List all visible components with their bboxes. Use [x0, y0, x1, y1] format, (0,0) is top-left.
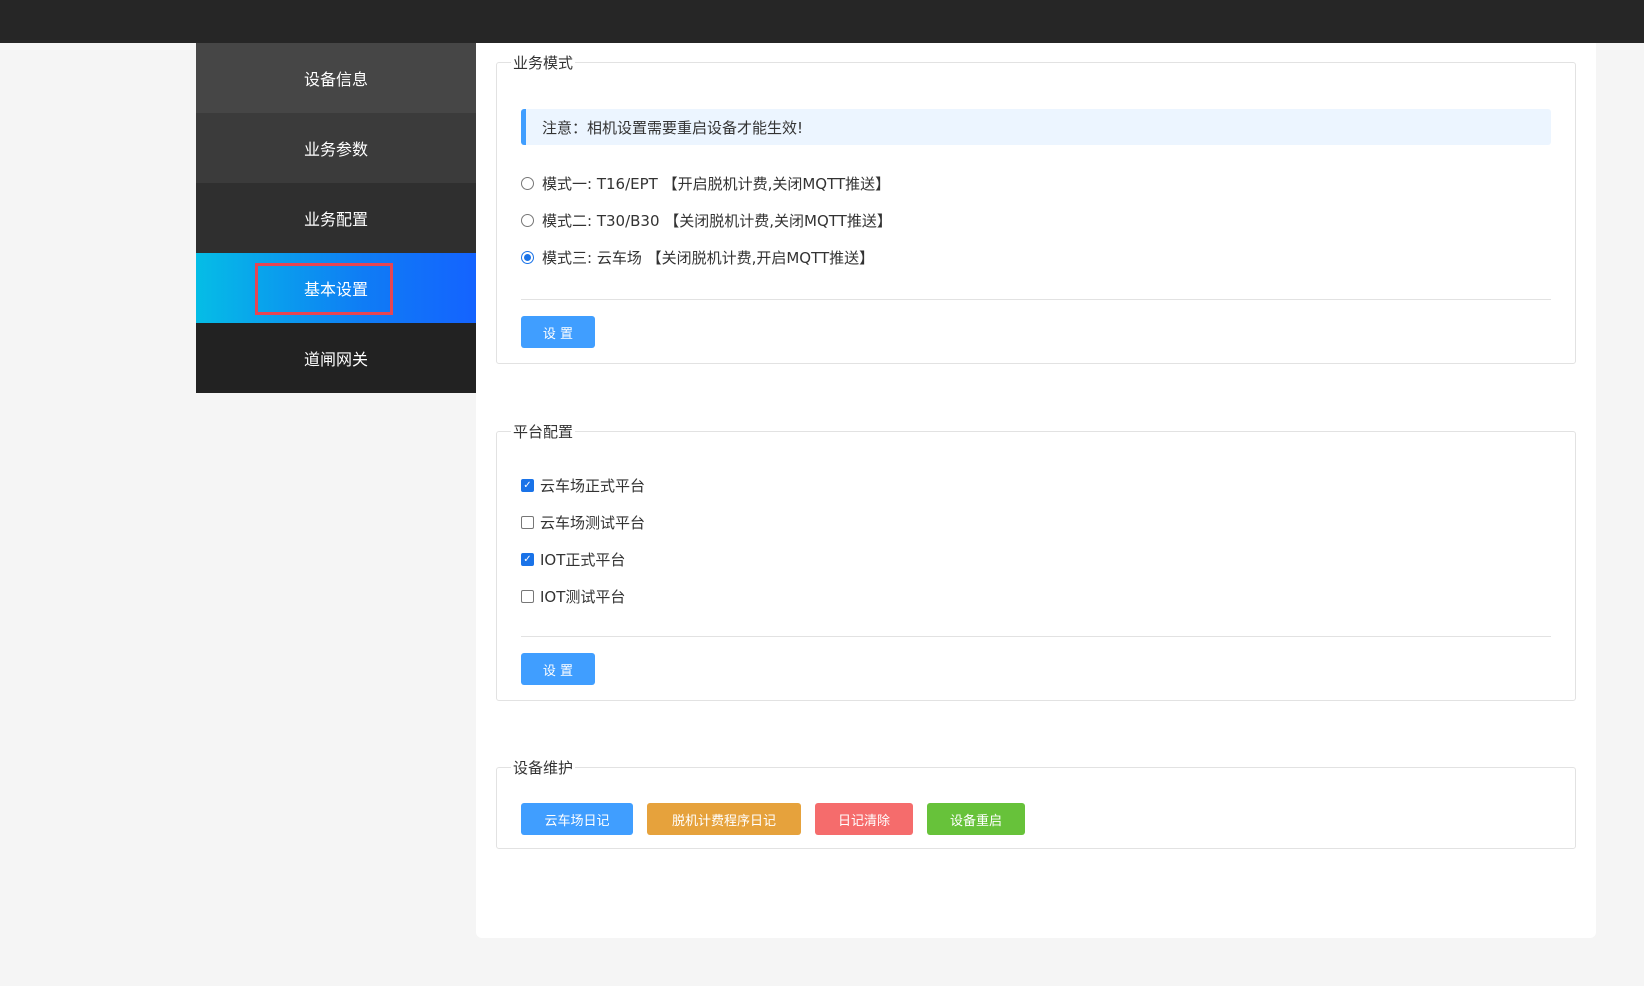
sidebar-item-gate-gateway[interactable]: 道闸网关: [196, 323, 476, 393]
platform-option-1[interactable]: ✓ 云车场正式平台: [521, 475, 645, 496]
restart-notice: 注意：相机设置需要重启设备才能生效!: [521, 109, 1551, 145]
sidebar-item-device-info[interactable]: 设备信息: [196, 43, 476, 113]
mode-2-radio[interactable]: [521, 214, 534, 227]
highlight-box: [255, 263, 393, 315]
platform-option-3[interactable]: ✓ IOT正式平台: [521, 549, 625, 570]
main-content: 业务模式 注意：相机设置需要重启设备才能生效! 模式一: T16/EPT 【开启…: [476, 43, 1596, 938]
mode-option-label: 模式一: T16/EPT 【开启脱机计费,关闭MQTT推送】: [542, 175, 891, 193]
mode-option-1[interactable]: 模式一: T16/EPT 【开启脱机计费,关闭MQTT推送】: [521, 173, 890, 194]
device-maintenance-panel: 设备维护 云车场日记 脱机计费程序日记 日记清除 设备重启: [496, 757, 1576, 849]
platform-option-4[interactable]: IOT测试平台: [521, 586, 625, 607]
checkbox-checked-icon[interactable]: ✓: [521, 479, 534, 492]
platform-option-label: 云车场正式平台: [540, 477, 646, 495]
checkbox-checked-icon[interactable]: ✓: [521, 553, 534, 566]
mode-1-radio[interactable]: [521, 177, 534, 190]
clear-logs-button[interactable]: 日记清除: [815, 803, 913, 835]
sidebar-item-basic-settings[interactable]: 基本设置: [196, 253, 476, 323]
cloud-parking-log-button[interactable]: 云车场日记: [521, 803, 633, 835]
platform-config-panel: 平台配置 ✓ 云车场正式平台 云车场测试平台 ✓ IOT正式平台 IOT测试平台…: [496, 421, 1576, 701]
mode-3-radio[interactable]: [521, 251, 534, 264]
sidebar-item-label: 设备信息: [303, 70, 368, 89]
business-mode-legend: 业务模式: [513, 54, 574, 72]
offline-billing-log-button[interactable]: 脱机计费程序日记: [647, 803, 801, 835]
platform-config-submit-button[interactable]: 设 置: [521, 653, 595, 685]
business-mode-panel: 业务模式 注意：相机设置需要重启设备才能生效! 模式一: T16/EPT 【开启…: [496, 52, 1576, 364]
sidebar-item-label: 业务配置: [303, 210, 368, 229]
mode-option-2[interactable]: 模式二: T30/B30 【关闭脱机计费,关闭MQTT推送】: [521, 210, 892, 231]
sidebar-item-business-config[interactable]: 业务配置: [196, 183, 476, 253]
mode-option-label: 模式二: T30/B30 【关闭脱机计费,关闭MQTT推送】: [542, 212, 892, 230]
sidebar: 设备信息 业务参数 业务配置 基本设置 道闸网关: [196, 43, 476, 393]
platform-config-legend: 平台配置: [513, 423, 574, 441]
checkbox-icon[interactable]: [521, 516, 534, 529]
top-bar: [0, 0, 1644, 43]
platform-option-2[interactable]: 云车场测试平台: [521, 512, 645, 533]
mode-option-label: 模式三: 云车场 【关闭脱机计费,开启MQTT推送】: [542, 249, 875, 267]
checkbox-icon[interactable]: [521, 590, 534, 603]
platform-option-label: IOT正式平台: [540, 551, 626, 569]
sidebar-item-label: 业务参数: [303, 140, 368, 159]
device-maintenance-legend: 设备维护: [513, 759, 574, 777]
sidebar-item-business-params[interactable]: 业务参数: [196, 113, 476, 183]
divider: [521, 636, 1551, 637]
business-mode-submit-button[interactable]: 设 置: [521, 316, 595, 348]
platform-option-label: IOT测试平台: [540, 588, 626, 606]
sidebar-item-label: 道闸网关: [303, 350, 368, 369]
notice-text: 注意：相机设置需要重启设备才能生效!: [542, 118, 804, 137]
mode-option-3[interactable]: 模式三: 云车场 【关闭脱机计费,开启MQTT推送】: [521, 247, 874, 268]
restart-device-button[interactable]: 设备重启: [927, 803, 1025, 835]
divider: [521, 299, 1551, 300]
platform-option-label: 云车场测试平台: [540, 514, 646, 532]
